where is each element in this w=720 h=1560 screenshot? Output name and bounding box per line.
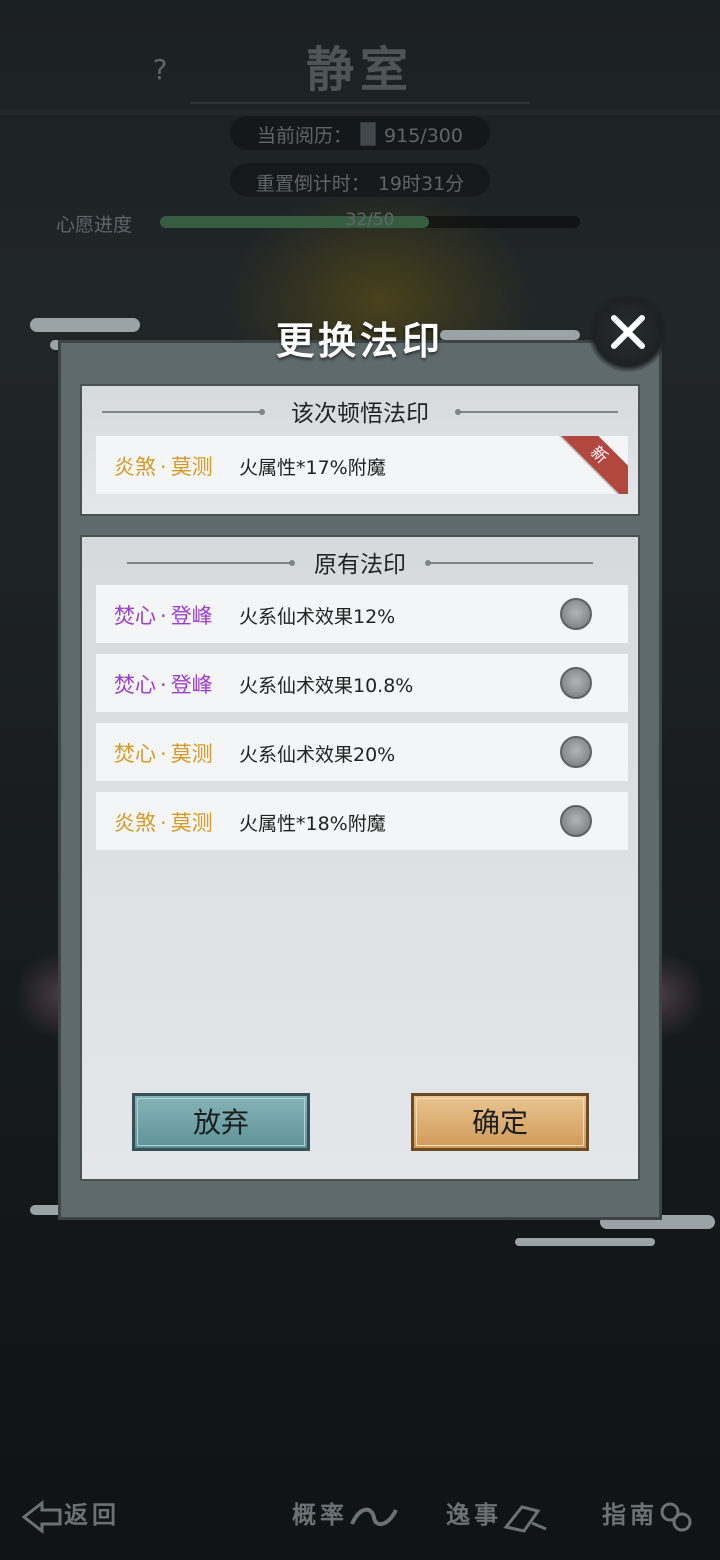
events-label: 逸事: [446, 1500, 502, 1529]
seal-separator: ·: [160, 455, 167, 479]
seal-separator: ·: [160, 742, 167, 766]
seal-separator: ·: [160, 811, 167, 835]
new-badge: 新: [550, 436, 628, 494]
book-icon: [503, 1504, 547, 1533]
seal-name: 炎煞 · 莫测: [114, 807, 213, 837]
select-radio[interactable]: [560, 736, 592, 768]
seal-separator: ·: [160, 604, 167, 628]
seal-suffix: 莫测: [170, 811, 213, 835]
seal-suffix: 登峰: [170, 673, 213, 697]
header-line-left: [127, 560, 295, 566]
seal-prefix: 焚心: [114, 604, 156, 628]
seal-suffix: 莫测: [170, 455, 213, 479]
old-seals-header-text: 原有法印: [314, 552, 406, 578]
guide-label: 指南: [602, 1500, 658, 1529]
guide-button[interactable]: 指南: [602, 1495, 694, 1534]
new-seal-row: 炎煞 · 莫测 火属性*17%附魔 新: [96, 436, 628, 494]
back-label: 返回: [64, 1500, 120, 1529]
seal-prefix: 焚心: [114, 673, 156, 697]
seal-suffix: 莫测: [170, 742, 213, 766]
select-radio[interactable]: [560, 667, 592, 699]
overview-label: 概率: [292, 1500, 348, 1529]
events-button[interactable]: 逸事: [446, 1495, 552, 1533]
back-arrow-icon: [21, 1499, 62, 1534]
header-line-left: [102, 409, 265, 415]
seal-prefix: 炎煞: [114, 455, 156, 479]
header-line-right: [455, 409, 618, 415]
new-seal-header: 该次顿悟法印: [82, 394, 638, 428]
seal-name: 焚心 · 登峰: [114, 669, 213, 699]
wave-swirl-icon: [350, 1507, 398, 1526]
old-seal-row[interactable]: 焚心 · 莫测 火系仙术效果20%: [96, 723, 628, 781]
seal-name: 焚心 · 莫测: [114, 738, 213, 768]
cloud-swirl-icon: [660, 1502, 692, 1531]
old-seals-header: 原有法印: [82, 545, 638, 579]
seal-prefix: 炎煞: [114, 811, 156, 835]
seal-name: 炎煞 · 莫测: [114, 451, 213, 481]
old-seal-row[interactable]: 焚心 · 登峰 火系仙术效果10.8%: [96, 654, 628, 712]
close-x-icon: [611, 315, 645, 349]
discard-button[interactable]: 放弃: [132, 1093, 310, 1151]
seal-prefix: 焚心: [114, 742, 156, 766]
back-button[interactable]: 返回: [20, 1495, 120, 1534]
confirm-button[interactable]: 确定: [411, 1093, 589, 1151]
overview-button[interactable]: 概率: [292, 1495, 400, 1532]
seal-effect: 火属性*18%附魔: [239, 813, 386, 835]
seal-separator: ·: [160, 673, 167, 697]
select-radio[interactable]: [560, 805, 592, 837]
seal-effect: 火系仙术效果10.8%: [239, 675, 414, 697]
seal-suffix: 登峰: [170, 604, 213, 628]
close-button[interactable]: [588, 292, 668, 372]
old-seals-panel: 原有法印 焚心 · 登峰 火系仙术效果12% 焚心 · 登峰 火系仙术效果10.8% 焚…: [80, 535, 640, 1181]
header-line-right: [425, 560, 593, 566]
seal-name: 焚心 · 登峰: [114, 600, 213, 630]
select-radio[interactable]: [560, 598, 592, 630]
new-seal-header-text: 该次顿悟法印: [291, 401, 429, 427]
seal-effect: 火系仙术效果20%: [239, 744, 396, 766]
seal-effect: 火属性*17%附魔: [239, 457, 386, 479]
old-seal-row[interactable]: 焚心 · 登峰 火系仙术效果12%: [96, 585, 628, 643]
seal-effect: 火系仙术效果12%: [239, 606, 396, 628]
cloud-decoration: [515, 1238, 655, 1246]
old-seal-row[interactable]: 炎煞 · 莫测 火属性*18%附魔: [96, 792, 628, 850]
new-seal-panel: 该次顿悟法印 炎煞 · 莫测 火属性*17%附魔 新: [80, 384, 640, 516]
